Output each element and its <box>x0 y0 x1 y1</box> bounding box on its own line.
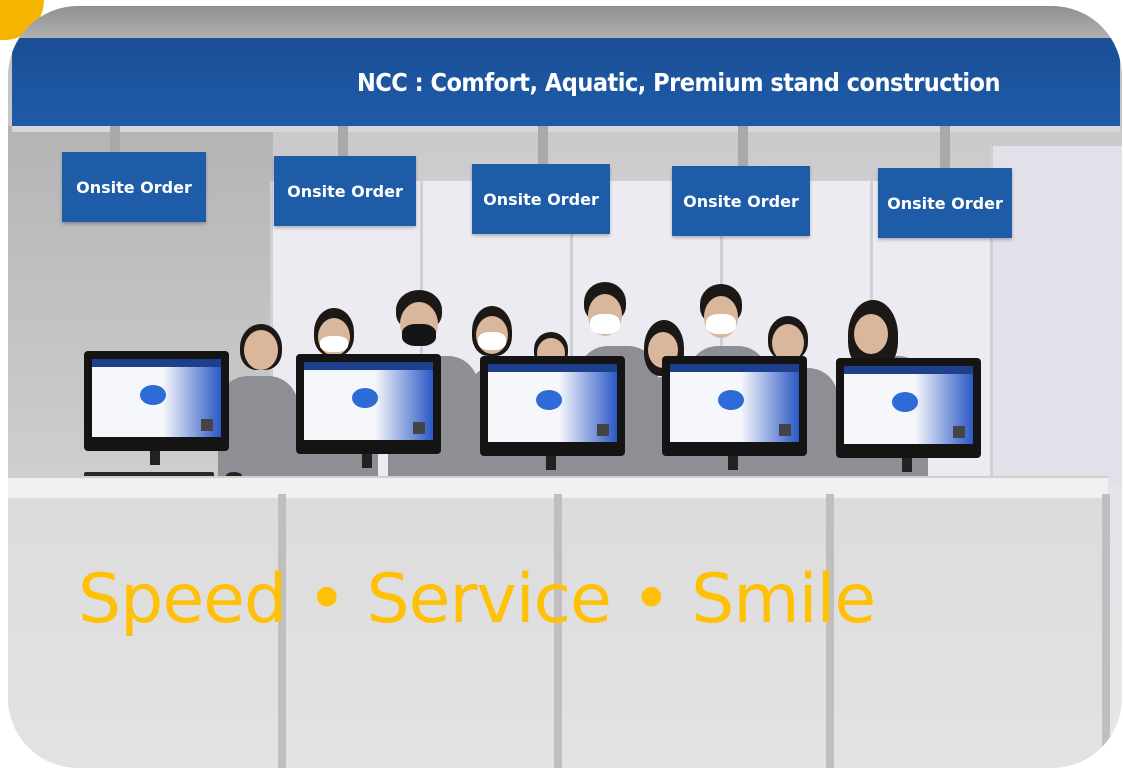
computer-monitor <box>836 358 981 458</box>
sign-pole <box>940 126 950 170</box>
computer-monitor <box>296 354 441 454</box>
monitor-stand <box>902 458 912 472</box>
banner-text: NCC : Comfort, Aquatic, Premium stand co… <box>356 68 1001 97</box>
onsite-order-sign: Onsite Order <box>274 156 416 226</box>
slogan-text: Speed • Service • Smile <box>78 560 876 639</box>
computer-monitor <box>84 351 229 451</box>
sign-pole <box>538 126 548 166</box>
sign-pole <box>738 126 748 168</box>
monitor-stand <box>546 456 556 470</box>
sign-pole <box>338 126 348 158</box>
onsite-order-sign: Onsite Order <box>62 152 206 222</box>
counter-post <box>1102 494 1110 768</box>
onsite-order-sign: Onsite Order <box>672 166 810 236</box>
monitor-stand <box>362 454 372 468</box>
monitor-stand <box>150 451 160 465</box>
booth-banner: NCC : Comfort, Aquatic, Premium stand co… <box>12 38 1120 132</box>
computer-monitor <box>480 356 625 456</box>
onsite-order-sign: Onsite Order <box>472 164 610 234</box>
computer-monitor <box>662 356 807 456</box>
onsite-order-sign: Onsite Order <box>878 168 1012 238</box>
booth-photo: NCC : Comfort, Aquatic, Premium stand co… <box>8 6 1122 768</box>
monitor-stand <box>728 456 738 470</box>
sign-pole <box>110 126 120 154</box>
